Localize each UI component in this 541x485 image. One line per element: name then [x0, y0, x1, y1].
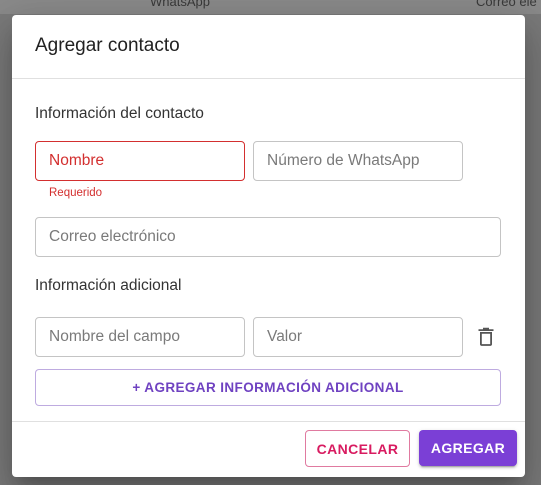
background-column-email: Correo ele	[476, 0, 537, 9]
add-button[interactable]: AGREGAR	[419, 430, 517, 466]
background-column-whatsapp: WhatsApp	[150, 0, 210, 9]
custom-field-value-input[interactable]	[267, 318, 449, 356]
name-error-text: Requerido	[49, 187, 103, 199]
custom-field-name-input[interactable]	[49, 318, 231, 356]
background-table-header: WhatsApp Correo ele	[0, 0, 541, 14]
cancel-button[interactable]: CANCELAR	[305, 430, 410, 467]
add-additional-info-button[interactable]: + AGREGAR INFORMACIÓN ADICIONAL	[35, 369, 501, 406]
title-divider	[12, 78, 525, 79]
add-contact-dialog: Agregar contacto Información del contact…	[12, 15, 525, 477]
whatsapp-field	[253, 141, 463, 181]
dialog-title: Agregar contacto	[35, 35, 180, 56]
email-field	[35, 217, 501, 257]
additional-info-section-title: Información adicional	[35, 277, 182, 294]
actions-divider	[12, 421, 525, 422]
trash-icon	[478, 327, 494, 346]
name-field	[35, 141, 245, 181]
custom-field-value-field	[253, 317, 463, 357]
delete-field-button[interactable]	[470, 319, 502, 353]
whatsapp-input[interactable]	[267, 142, 449, 180]
contact-info-section-title: Información del contacto	[35, 105, 204, 122]
custom-field-name-field	[35, 317, 245, 357]
name-input[interactable]	[49, 142, 231, 180]
email-input[interactable]	[49, 218, 487, 256]
